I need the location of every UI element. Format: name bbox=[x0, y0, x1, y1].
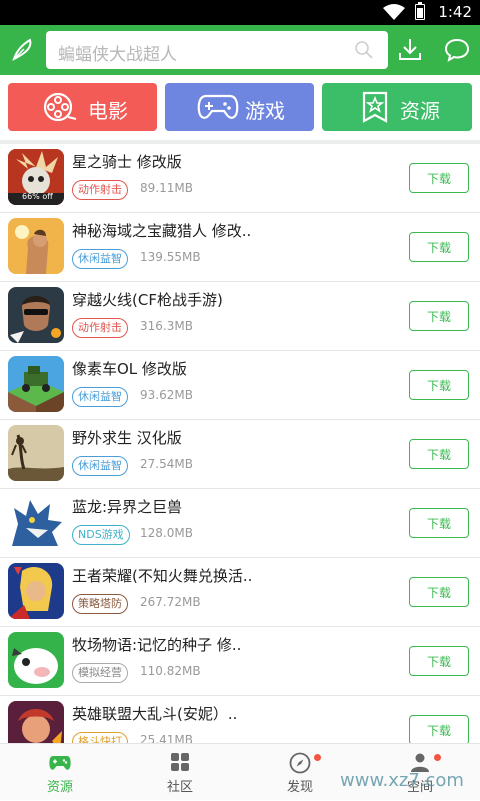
download-button[interactable]: 下载 bbox=[409, 301, 469, 331]
star-bookmark-icon bbox=[362, 91, 388, 123]
category-bar: 电影 游戏 资源 bbox=[0, 75, 480, 140]
app-size: 110.82MB bbox=[140, 664, 201, 678]
app-size: 27.54MB bbox=[140, 457, 193, 471]
app-icon: 66% off bbox=[8, 149, 64, 205]
list-item[interactable]: 牧场物语:记忆的种子 修.. 模拟经营 110.82MB 下载 bbox=[0, 627, 480, 696]
app-icon bbox=[8, 632, 64, 688]
download-button[interactable]: 下载 bbox=[409, 508, 469, 538]
film-reel-icon bbox=[43, 92, 77, 122]
app-icon bbox=[8, 356, 64, 412]
app-size: 316.3MB bbox=[140, 319, 193, 333]
feather-icon[interactable] bbox=[10, 37, 36, 63]
download-button[interactable]: 下载 bbox=[409, 439, 469, 469]
download-button[interactable]: 下载 bbox=[409, 163, 469, 193]
app-name: 穿越火线(CF枪战手游) bbox=[72, 291, 223, 309]
clock: 1:42 bbox=[438, 3, 472, 21]
download-button[interactable]: 下载 bbox=[409, 232, 469, 262]
app-tag: 动作射击 bbox=[72, 180, 128, 200]
app-list: 66% off 星之骑士 修改版 动作射击 89.11MB 下载 神秘海域之宝藏… bbox=[0, 144, 480, 743]
app-name: 野外求生 汉化版 bbox=[72, 429, 182, 447]
movie-category-label: 电影 bbox=[88, 99, 128, 123]
app-size: 89.11MB bbox=[140, 181, 193, 195]
notification-dot bbox=[314, 754, 321, 761]
list-item[interactable]: 穿越火线(CF枪战手游) 动作射击 316.3MB 下载 bbox=[0, 282, 480, 351]
download-icon[interactable] bbox=[398, 37, 422, 61]
gamepad-icon bbox=[49, 756, 71, 770]
app-size: 25.41MB bbox=[140, 733, 193, 743]
tab-label: 社区 bbox=[166, 780, 193, 795]
gamepad-icon bbox=[197, 94, 239, 119]
list-item[interactable]: 像素车OL 修改版 休闲益智 93.62MB 下载 bbox=[0, 351, 480, 420]
download-button[interactable]: 下载 bbox=[409, 370, 469, 400]
app-name: 蓝龙:异界之巨兽 bbox=[72, 498, 183, 516]
app-name: 像素车OL 修改版 bbox=[72, 360, 187, 378]
game-category-label: 游戏 bbox=[245, 99, 285, 123]
watermark: www.xz7.com bbox=[340, 770, 464, 791]
app-icon bbox=[8, 701, 64, 743]
app-name: 英雄联盟大乱斗(安妮）.. bbox=[72, 705, 238, 723]
app-size: 128.0MB bbox=[140, 526, 193, 540]
app-tag: 休闲益智 bbox=[72, 387, 128, 407]
app-icon bbox=[8, 425, 64, 481]
app-icon bbox=[8, 563, 64, 619]
app-size: 93.62MB bbox=[140, 388, 193, 402]
app-name: 王者荣耀(不知火舞兑换活.. bbox=[72, 567, 253, 585]
app-icon bbox=[8, 287, 64, 343]
app-size: 139.55MB bbox=[140, 250, 201, 264]
download-button[interactable]: 下载 bbox=[409, 646, 469, 676]
download-button[interactable]: 下载 bbox=[409, 715, 469, 743]
game-category-button[interactable]: 游戏 bbox=[165, 83, 314, 131]
app-name: 星之骑士 修改版 bbox=[72, 153, 182, 171]
app-tag: 休闲益智 bbox=[72, 249, 128, 269]
app-tag: NDS游戏 bbox=[72, 525, 130, 545]
list-item[interactable]: 神秘海域之宝藏猎人 修改.. 休闲益智 139.55MB 下载 bbox=[0, 213, 480, 282]
list-item[interactable]: 野外求生 汉化版 休闲益智 27.54MB 下载 bbox=[0, 420, 480, 489]
wifi-icon bbox=[383, 4, 405, 20]
app-tag: 模拟经营 bbox=[72, 663, 128, 683]
app-tag: 动作射击 bbox=[72, 318, 128, 338]
app-size: 267.72MB bbox=[140, 595, 201, 609]
tab-label: 资源 bbox=[46, 780, 73, 795]
discount-badge: 66% off bbox=[22, 192, 53, 201]
app-icon bbox=[8, 494, 64, 550]
search-placeholder: 蝙蝠侠大战超人 bbox=[58, 45, 177, 65]
app-tag: 策略塔防 bbox=[72, 594, 128, 614]
list-item[interactable]: 66% off 星之骑士 修改版 动作射击 89.11MB 下载 bbox=[0, 144, 480, 213]
download-button[interactable]: 下载 bbox=[409, 577, 469, 607]
message-icon[interactable] bbox=[444, 37, 470, 63]
app-tag: 格斗快打 bbox=[72, 732, 128, 743]
tab-community[interactable]: 社区 bbox=[120, 744, 240, 801]
app-name: 神秘海域之宝藏猎人 修改.. bbox=[72, 222, 252, 240]
notification-dot bbox=[434, 754, 441, 761]
app-tag: 休闲益智 bbox=[72, 456, 128, 476]
search-icon[interactable] bbox=[354, 40, 374, 60]
status-bar: 1:42 bbox=[0, 0, 480, 25]
tab-resources[interactable]: 资源 bbox=[0, 744, 120, 801]
battery-icon bbox=[415, 2, 425, 20]
resource-category-label: 资源 bbox=[400, 99, 440, 123]
movie-category-button[interactable]: 电影 bbox=[8, 83, 157, 131]
compass-icon bbox=[289, 752, 311, 774]
resource-category-button[interactable]: 资源 bbox=[322, 83, 472, 131]
grid-icon bbox=[171, 753, 189, 771]
list-item[interactable]: 王者荣耀(不知火舞兑换活.. 策略塔防 267.72MB 下载 bbox=[0, 558, 480, 627]
app-name: 牧场物语:记忆的种子 修.. bbox=[72, 636, 242, 654]
app-icon bbox=[8, 218, 64, 274]
list-item[interactable]: 英雄联盟大乱斗(安妮）.. 格斗快打 25.41MB 下载 bbox=[0, 696, 480, 743]
search-input[interactable]: 蝙蝠侠大战超人 bbox=[46, 31, 388, 69]
list-item[interactable]: 蓝龙:异界之巨兽 NDS游戏 128.0MB 下载 bbox=[0, 489, 480, 558]
top-bar: 蝙蝠侠大战超人 bbox=[0, 25, 480, 75]
